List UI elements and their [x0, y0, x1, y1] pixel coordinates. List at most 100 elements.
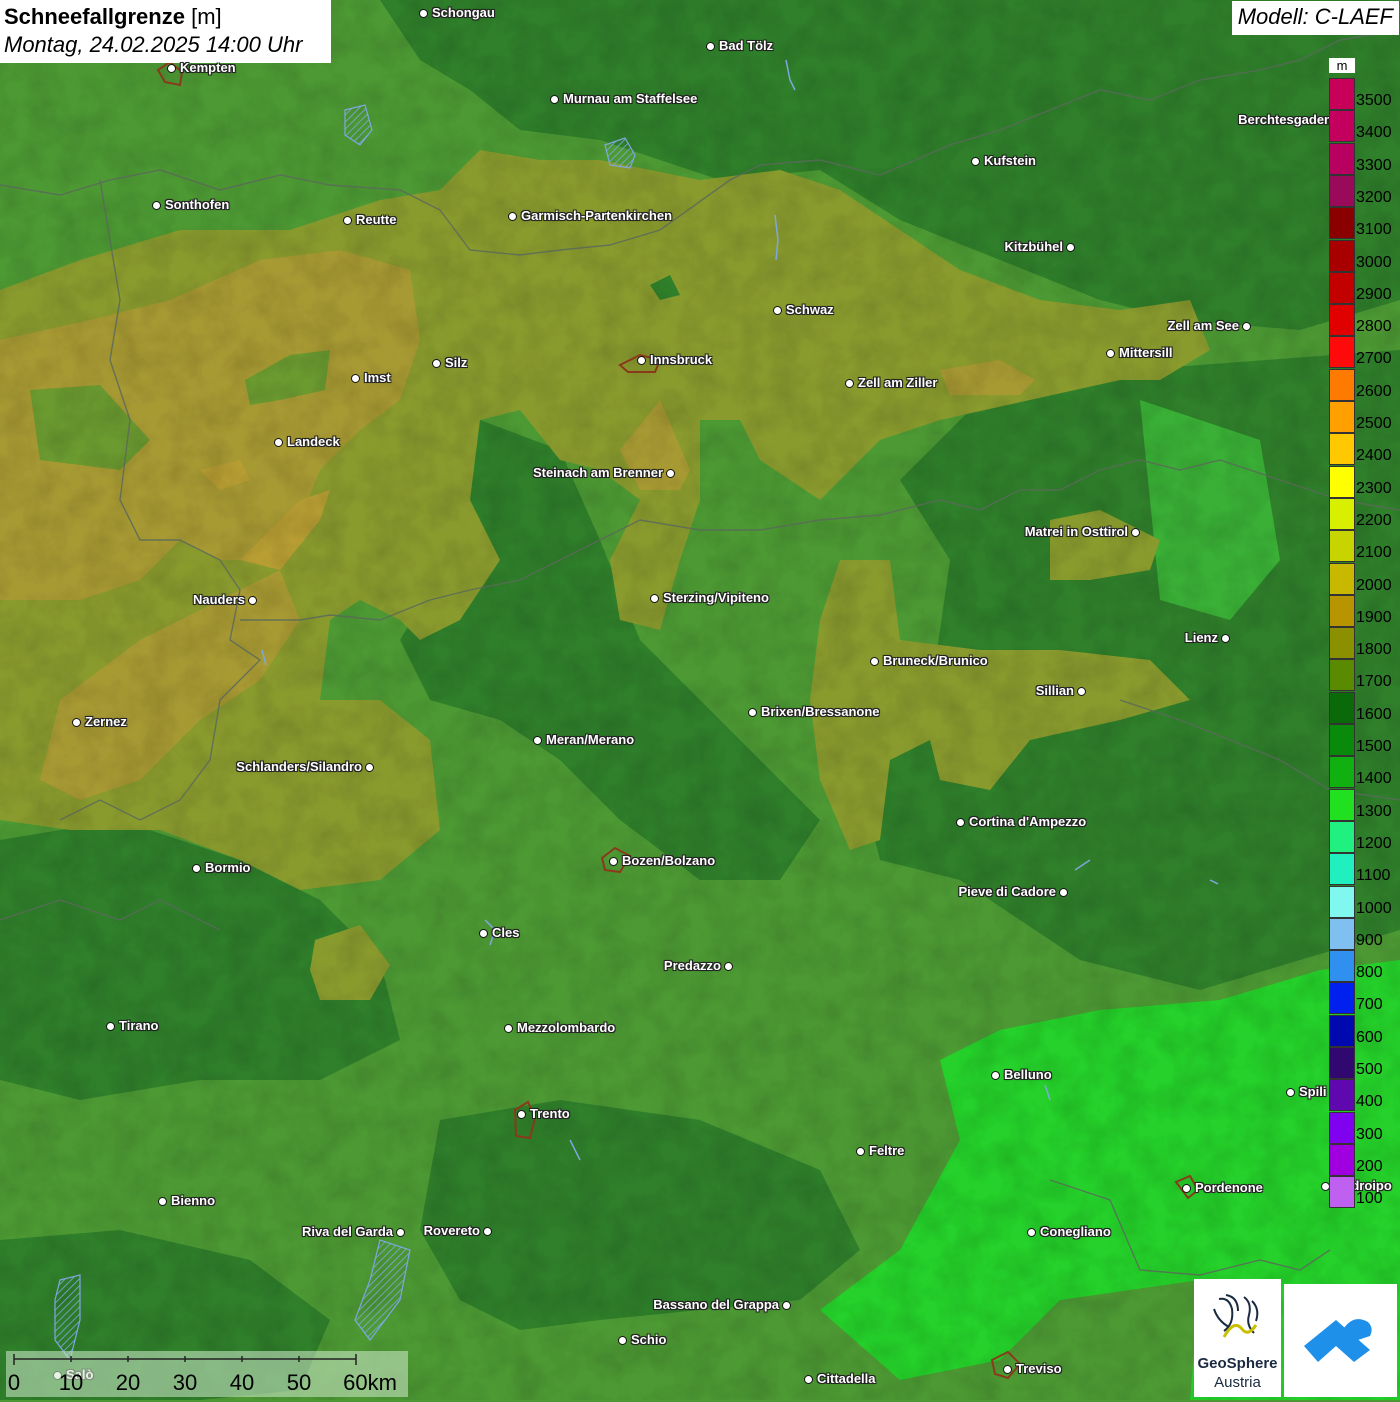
- city-marker[interactable]: [1059, 888, 1068, 897]
- city-label: Pordenone: [1195, 1180, 1263, 1195]
- legend-swatch: [1329, 207, 1355, 240]
- title-box: Schneefallgrenze [m] Montag, 24.02.2025 …: [0, 0, 331, 63]
- city-marker[interactable]: [1106, 349, 1115, 358]
- city-marker[interactable]: [870, 657, 879, 666]
- city-marker[interactable]: [782, 1301, 791, 1310]
- city-marker[interactable]: [1131, 528, 1140, 537]
- warning-app-logo[interactable]: [1284, 1284, 1397, 1397]
- city-marker[interactable]: [248, 596, 257, 605]
- city-label: Mezzolombardo: [517, 1020, 616, 1035]
- city-marker[interactable]: [351, 374, 360, 383]
- city-marker[interactable]: [152, 201, 161, 210]
- city-marker[interactable]: [504, 1024, 513, 1033]
- city-marker[interactable]: [637, 356, 646, 365]
- legend-swatch: [1329, 239, 1355, 272]
- city-label: Sillian: [1035, 683, 1074, 698]
- city-label: Meran/Merano: [546, 732, 635, 747]
- city-marker[interactable]: [748, 708, 757, 717]
- city-marker[interactable]: [1182, 1184, 1191, 1193]
- city-marker[interactable]: [72, 718, 81, 727]
- city-label: Riva del Garda: [301, 1224, 393, 1239]
- city-marker[interactable]: [1077, 687, 1086, 696]
- city-marker[interactable]: [192, 864, 201, 873]
- city-marker[interactable]: [432, 359, 441, 368]
- city-marker[interactable]: [724, 962, 733, 971]
- city-marker[interactable]: [533, 736, 542, 745]
- city-marker[interactable]: [956, 818, 965, 827]
- city-label: Zell am See: [1167, 318, 1239, 333]
- city-label: Rovereto: [423, 1223, 480, 1238]
- city-marker[interactable]: [1286, 1088, 1295, 1097]
- legend-swatch: [1329, 691, 1355, 724]
- city-marker[interactable]: [773, 306, 782, 315]
- city-marker[interactable]: [419, 9, 428, 18]
- city-label: Treviso: [1016, 1361, 1062, 1376]
- city-marker[interactable]: [618, 1336, 627, 1345]
- legend-swatch: [1329, 627, 1355, 660]
- city-label: Silz: [445, 355, 468, 370]
- legend-label: 2800: [1356, 318, 1392, 336]
- city-marker[interactable]: [343, 216, 352, 225]
- legend-label: 1100: [1356, 867, 1391, 885]
- city-marker[interactable]: [167, 64, 176, 73]
- city-marker[interactable]: [158, 1197, 167, 1206]
- city-marker[interactable]: [1066, 243, 1075, 252]
- city-label: Feltre: [869, 1143, 905, 1158]
- city-label: Matrei in Osttirol: [1024, 524, 1128, 539]
- city-label: Kempten: [180, 60, 236, 75]
- city-marker[interactable]: [1027, 1228, 1036, 1237]
- city-label: Sterzing/Vipiteno: [663, 590, 769, 605]
- scale-label: 40: [229, 1370, 255, 1395]
- city-marker[interactable]: [971, 157, 980, 166]
- city-marker[interactable]: [706, 42, 715, 51]
- city-marker[interactable]: [508, 212, 517, 221]
- city-label: Schio: [631, 1332, 667, 1347]
- legend-swatch: [1329, 562, 1355, 595]
- geosphere-logo[interactable]: GeoSphere Austria: [1194, 1279, 1281, 1397]
- legend-swatch: [1329, 1111, 1355, 1144]
- city-label: Reutte: [356, 212, 397, 227]
- city-marker[interactable]: [666, 469, 675, 478]
- city-marker[interactable]: [856, 1147, 865, 1156]
- city-label: Pieve di Cadore: [958, 884, 1056, 899]
- city-marker[interactable]: [550, 95, 559, 104]
- legend-label: 300: [1356, 1125, 1383, 1143]
- city-marker[interactable]: [650, 594, 659, 603]
- legend-swatch: [1329, 820, 1355, 853]
- legend-label: 2400: [1356, 447, 1392, 465]
- city-label: Imst: [364, 370, 391, 385]
- legend-swatch: [1329, 368, 1355, 401]
- city-marker[interactable]: [106, 1022, 115, 1031]
- city-marker[interactable]: [483, 1227, 492, 1236]
- city-marker[interactable]: [1221, 634, 1230, 643]
- legend-swatch: [1329, 174, 1355, 207]
- city-marker[interactable]: [804, 1375, 813, 1384]
- city-label: Bozen/Bolzano: [622, 853, 716, 868]
- city-label: Bienno: [171, 1193, 216, 1208]
- city-marker[interactable]: [274, 438, 283, 447]
- city-marker[interactable]: [479, 929, 488, 938]
- city-marker[interactable]: [991, 1071, 1000, 1080]
- legend-label: 2000: [1356, 576, 1392, 594]
- city-marker[interactable]: [1003, 1365, 1012, 1374]
- legend-swatch: [1329, 1079, 1355, 1112]
- legend-label: 1700: [1356, 673, 1392, 691]
- city-marker[interactable]: [1242, 322, 1251, 331]
- city-marker[interactable]: [365, 763, 374, 772]
- legend-swatch: [1329, 659, 1355, 692]
- city-label: Tirano: [119, 1018, 159, 1033]
- legend-swatch: [1329, 1014, 1355, 1047]
- city-label: Kitzbühel: [1004, 239, 1064, 254]
- scale-label: 10: [58, 1370, 84, 1395]
- legend-label: 400: [1356, 1093, 1383, 1111]
- legend-label: 800: [1356, 964, 1383, 982]
- city-label: Zell am Ziller: [858, 375, 938, 390]
- city-marker[interactable]: [845, 379, 854, 388]
- city-marker[interactable]: [396, 1228, 405, 1237]
- city-marker[interactable]: [609, 857, 618, 866]
- city-marker[interactable]: [517, 1110, 526, 1119]
- legend-unit: m: [1329, 58, 1355, 73]
- city-label: Mittersill: [1119, 345, 1173, 360]
- city-label: Zernez: [85, 714, 127, 729]
- legend-swatch: [1329, 885, 1355, 918]
